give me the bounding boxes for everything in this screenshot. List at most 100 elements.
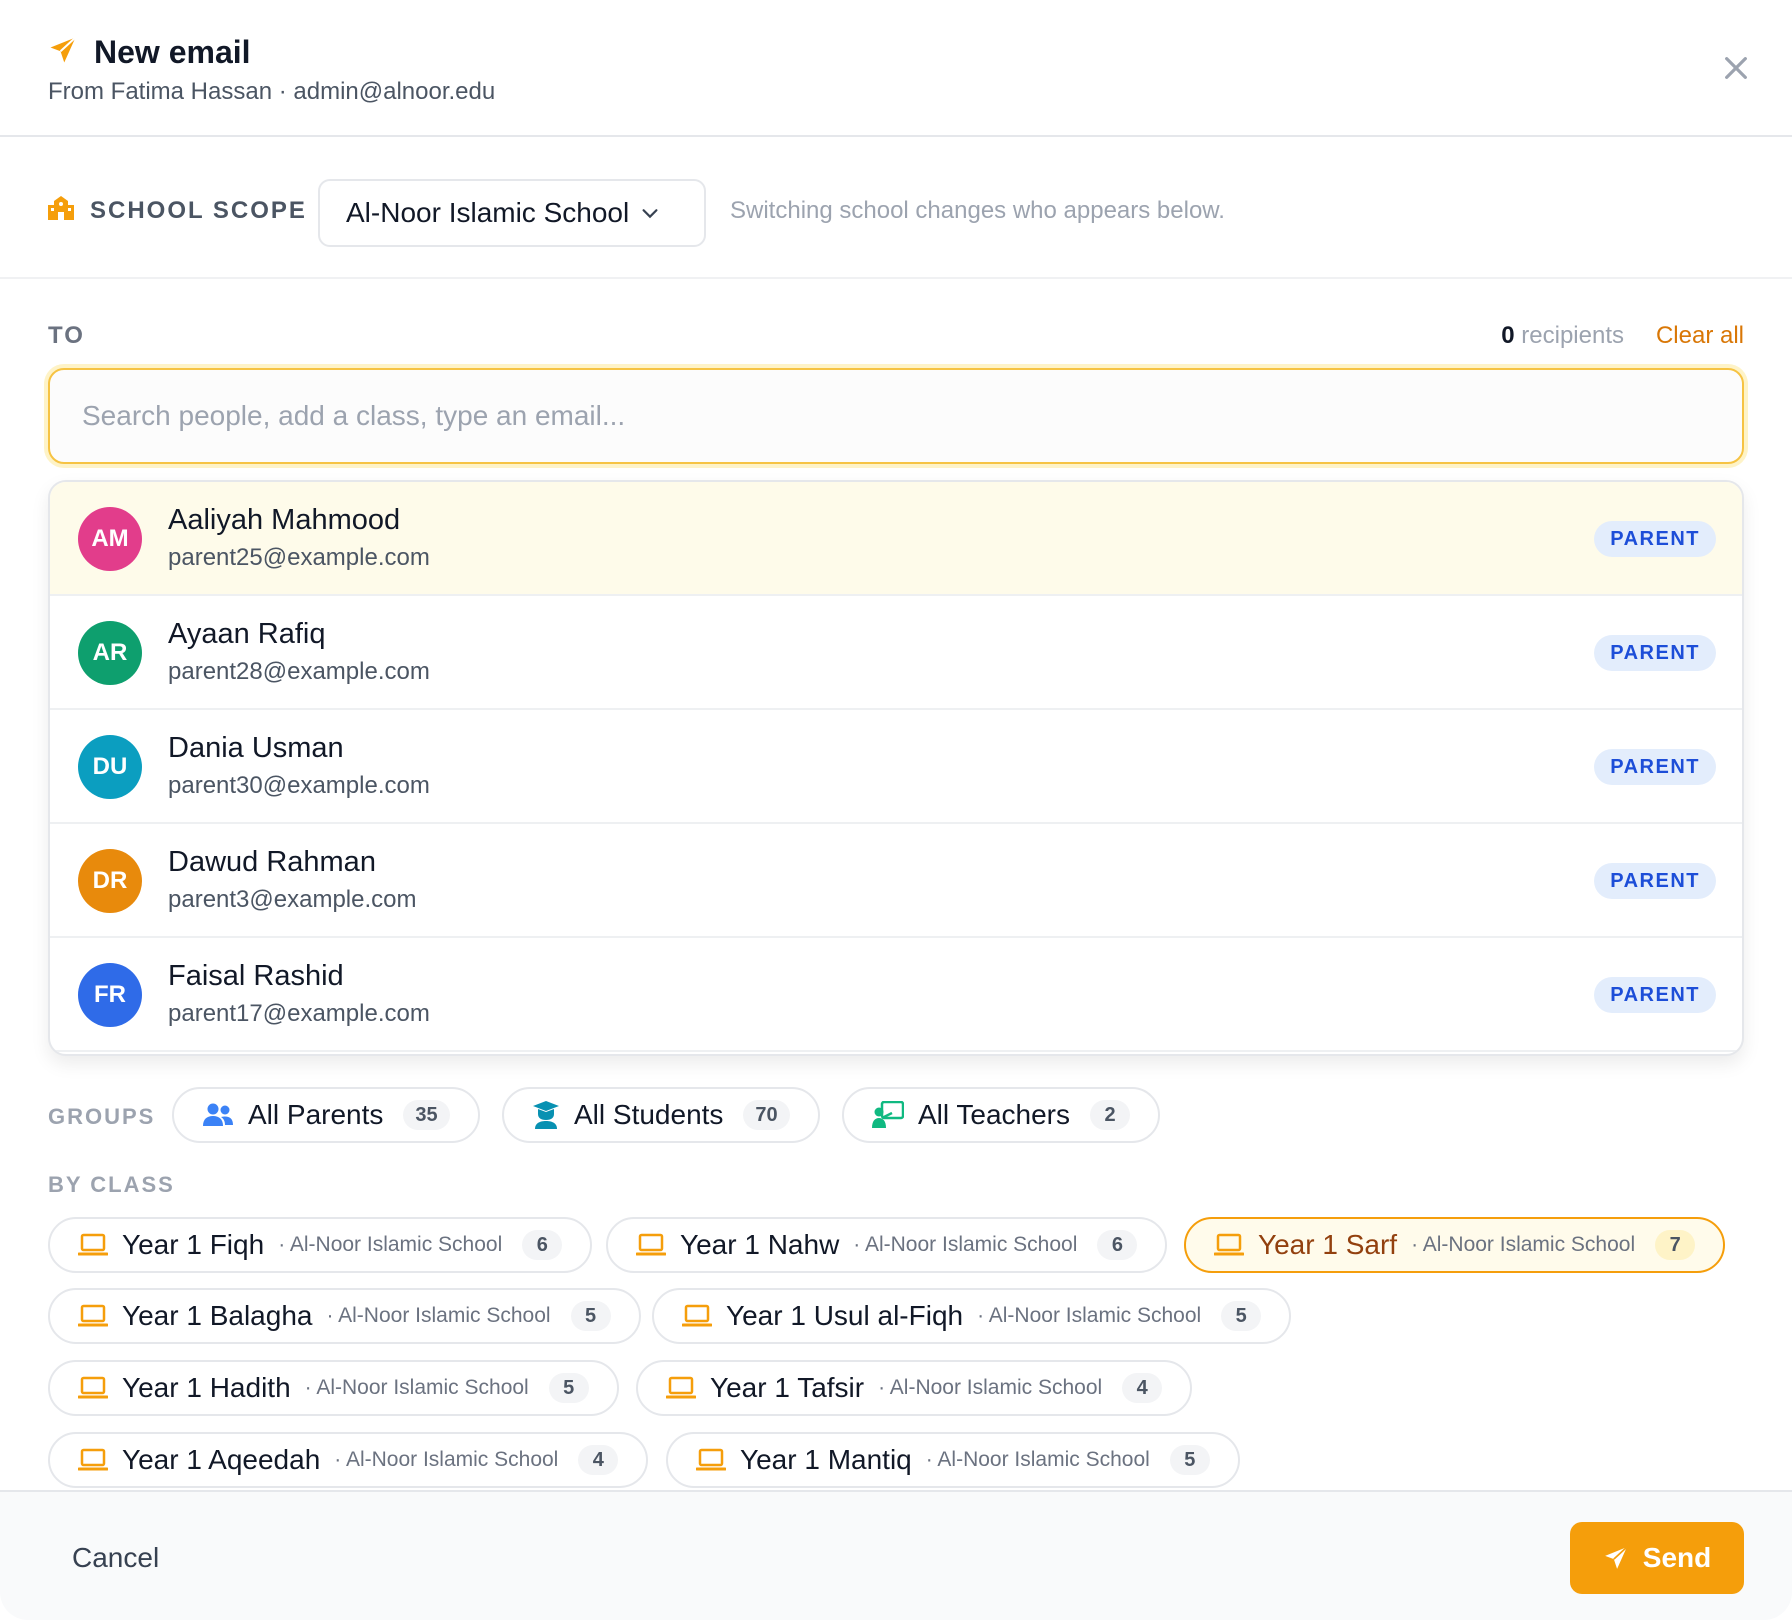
group-chip-label: All Students [574,1099,724,1130]
class-chip[interactable]: Year 1 Fiqh · Al-Noor Islamic School 6 [48,1217,593,1273]
suggestion-name: Dawud Rahman [168,846,376,878]
suggestion-item[interactable]: DR Dawud Rahman parent3@example.com PARE… [50,824,1742,938]
group-chip-all-teachers[interactable]: All Teachers 2 [842,1087,1161,1143]
class-chip-count: 5 [548,1373,589,1403]
laptop-icon [666,1376,696,1399]
teacher-icon [872,1101,904,1128]
suggestion-name: Aaliyah Mahmood [168,504,401,536]
class-chip[interactable]: Year 1 Hadith · Al-Noor Islamic School 5 [48,1360,619,1416]
class-chip-label: Year 1 Mantiq [740,1444,912,1475]
suggestion-item[interactable]: AR Ayaan Rafiq parent28@example.com PARE… [50,596,1742,710]
group-chip-count: 70 [743,1100,790,1130]
class-chip-school: · Al-Noor Islamic School [853,1233,1078,1256]
graduate-icon [533,1101,559,1129]
laptop-icon [1214,1233,1244,1256]
suggestion-email: parent3@example.com [168,886,417,913]
laptop-icon [78,1376,108,1399]
users-icon [203,1103,233,1126]
suggestion-item[interactable]: AM Aaliyah Mahmood parent25@example.com … [50,482,1742,596]
laptop-icon [78,1233,108,1256]
class-chip-label: Year 1 Hadith [122,1372,291,1403]
suggestion-item[interactable]: DU Dania Usman parent30@example.com PARE… [50,710,1742,824]
group-chip-count: 2 [1090,1100,1131,1130]
cancel-button[interactable]: Cancel [72,1542,159,1574]
suggestion-email: parent30@example.com [168,772,430,799]
class-chip-school: · Al-Noor Islamic School [878,1376,1103,1399]
avatar: AM [78,507,142,571]
class-chip-label: Year 1 Balagha [122,1300,313,1331]
class-chip-count: 5 [1169,1445,1210,1475]
class-chip-count: 5 [1221,1301,1262,1331]
close-button[interactable] [1720,52,1752,84]
recipient-search-input[interactable] [48,368,1744,464]
class-chip[interactable]: Year 1 Balagha · Al-Noor Islamic School … [48,1288,641,1344]
group-chip-all-students[interactable]: All Students 70 [502,1087,820,1143]
school-select-value: Al-Noor Islamic School [346,197,630,228]
send-button[interactable]: Send [1570,1522,1744,1594]
suggestion-email: parent17@example.com [168,1000,430,1027]
class-chip-label: Year 1 Usul al-Fiqh [726,1300,964,1331]
class-chip-school: · Al-Noor Islamic School [1411,1233,1636,1256]
class-chip-count: 4 [1122,1373,1163,1403]
class-chip[interactable]: Year 1 Usul al-Fiqh · Al-Noor Islamic Sc… [652,1288,1292,1344]
class-chip[interactable]: Year 1 Tafsir · Al-Noor Islamic School 4 [636,1360,1193,1416]
class-chip-label: Year 1 Tafsir [710,1372,865,1403]
recipient-count: 0 recipients [1501,322,1624,350]
class-chip-school: · Al-Noor Islamic School [334,1448,559,1471]
class-chip-school: · Al-Noor Islamic School [326,1304,551,1327]
by-class-label: BY CLASS [48,1172,175,1197]
school-scope-hint: Switching school changes who appears bel… [730,197,1225,224]
new-email-modal: New email From Fatima Hassan · admin@aln… [0,0,1792,1620]
class-chip-count: 6 [1097,1230,1138,1260]
role-badge: PARENT [1594,749,1716,785]
class-chip-school: · Al-Noor Islamic School [278,1233,503,1256]
class-chip-school: · Al-Noor Islamic School [925,1448,1150,1471]
modal-header: New email From Fatima Hassan · admin@aln… [0,0,1792,137]
school-scope-bar: SCHOOL SCOPE Al-Noor Islamic School Swit… [0,139,1792,279]
send-button-label: Send [1642,1542,1712,1573]
class-chip-count: 6 [522,1230,563,1260]
class-chip[interactable]: Year 1 Aqeedah · Al-Noor Islamic School … [48,1432,649,1488]
group-chip-all-parents[interactable]: All Parents 35 [172,1087,480,1143]
suggestion-item[interactable]: FR Faisal Rashid parent17@example.com PA… [50,938,1742,1052]
close-icon [1725,57,1747,79]
laptop-icon [78,1448,108,1471]
title-row: New email [48,34,251,71]
class-chip-label: Year 1 Nahw [680,1229,840,1260]
class-chip-count: 5 [570,1301,611,1331]
sender-info: From Fatima Hassan · admin@alnoor.edu [48,78,496,105]
modal-footer: Cancel Send [0,1490,1792,1620]
suggestion-name: Faisal Rashid [168,960,344,992]
clear-all-link[interactable]: Clear all [1656,322,1744,350]
role-badge: PARENT [1594,635,1716,671]
suggestion-email: parent25@example.com [168,544,430,571]
laptop-icon [636,1233,666,1256]
class-chip-label: Year 1 Aqeedah [122,1444,321,1475]
class-chip-active[interactable]: Year 1 Sarf · Al-Noor Islamic School 7 [1184,1217,1726,1273]
class-chip-school: · Al-Noor Islamic School [304,1376,529,1399]
avatar: DU [78,735,142,799]
suggestion-dropdown: AM Aaliyah Mahmood parent25@example.com … [48,480,1744,1056]
recipient-count-suffix: recipients [1521,322,1624,349]
groups-label: GROUPS [48,1104,156,1129]
group-chip-label: All Teachers [918,1099,1071,1130]
role-badge: PARENT [1594,863,1716,899]
group-chip-count: 35 [403,1100,450,1130]
school-scope-label: SCHOOL SCOPE [90,196,307,224]
avatar: AR [78,621,142,685]
suggestion-name: Ayaan Rafiq [168,618,326,650]
class-chip[interactable]: Year 1 Nahw · Al-Noor Islamic School 6 [606,1217,1168,1273]
suggestion-name: Dania Usman [168,732,344,764]
class-chip[interactable]: Year 1 Mantiq · Al-Noor Islamic School 5 [666,1432,1240,1488]
paper-plane-icon [48,35,78,70]
chevron-down-icon [642,209,658,219]
role-badge: PARENT [1594,521,1716,557]
role-badge: PARENT [1594,977,1716,1013]
school-scope-label-wrap: SCHOOL SCOPE [46,195,307,226]
school-select[interactable]: Al-Noor Islamic School [318,179,706,247]
suggestion-email: parent28@example.com [168,658,430,685]
avatar: DR [78,849,142,913]
laptop-icon [78,1304,108,1327]
class-chip-label: Year 1 Sarf [1258,1229,1398,1260]
avatar: FR [78,963,142,1027]
